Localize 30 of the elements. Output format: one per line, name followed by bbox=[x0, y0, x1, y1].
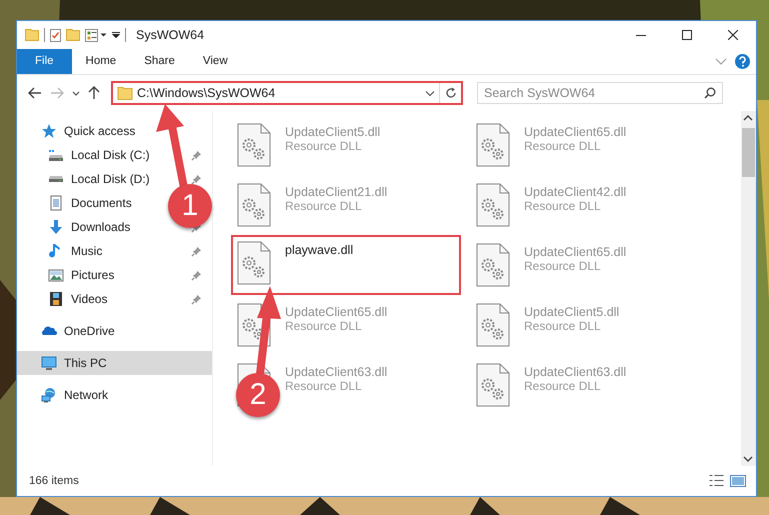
search-field[interactable]: Search SysWOW64 bbox=[477, 82, 723, 104]
sidebar-item[interactable]: Music bbox=[17, 239, 153, 263]
file-type: Resource DLL bbox=[524, 259, 602, 273]
file-name[interactable]: playwave.dll bbox=[285, 243, 354, 257]
file-type: Resource DLL bbox=[285, 139, 363, 153]
ribbon-tab[interactable]: View bbox=[188, 49, 242, 74]
address-bar[interactable]: C:\Windows\SysWOW64 bbox=[111, 81, 463, 105]
sidebar-item[interactable]: Documents bbox=[17, 191, 153, 215]
file-type: Resource DLL bbox=[285, 379, 363, 393]
address-path: C:\Windows\SysWOW64 bbox=[137, 86, 276, 100]
sidebar-item[interactable]: Local Disk (D:) bbox=[17, 167, 153, 191]
sidebar-item[interactable]: Pictures bbox=[17, 263, 153, 287]
file-type: Resource DLL bbox=[285, 199, 363, 213]
window-title: SysWOW64 bbox=[136, 28, 204, 42]
file-type: Resource DLL bbox=[524, 199, 602, 213]
ribbon-tab[interactable]: Home bbox=[72, 49, 130, 74]
sidebar-item[interactable]: Videos bbox=[17, 287, 153, 311]
file-type: Resource DLL bbox=[285, 319, 363, 333]
item-count: 166 items bbox=[29, 475, 79, 487]
sidebar-item[interactable]: This PC bbox=[17, 351, 212, 375]
file-type: Resource DLL bbox=[524, 319, 602, 333]
sidebar-item[interactable]: Network bbox=[17, 383, 153, 407]
sidebar-item[interactable]: Local Disk (C:) bbox=[17, 143, 153, 167]
sidebar-item[interactable]: OneDrive bbox=[17, 319, 153, 343]
ribbon-tab[interactable]: Share bbox=[130, 49, 189, 74]
sidebar-item[interactable]: Quick access bbox=[17, 119, 153, 143]
file-type: Resource DLL bbox=[524, 379, 602, 393]
sidebar-item[interactable]: Downloads bbox=[17, 215, 153, 239]
file-menu-button[interactable]: File bbox=[17, 49, 72, 74]
file-type: Resource DLL bbox=[524, 139, 602, 153]
